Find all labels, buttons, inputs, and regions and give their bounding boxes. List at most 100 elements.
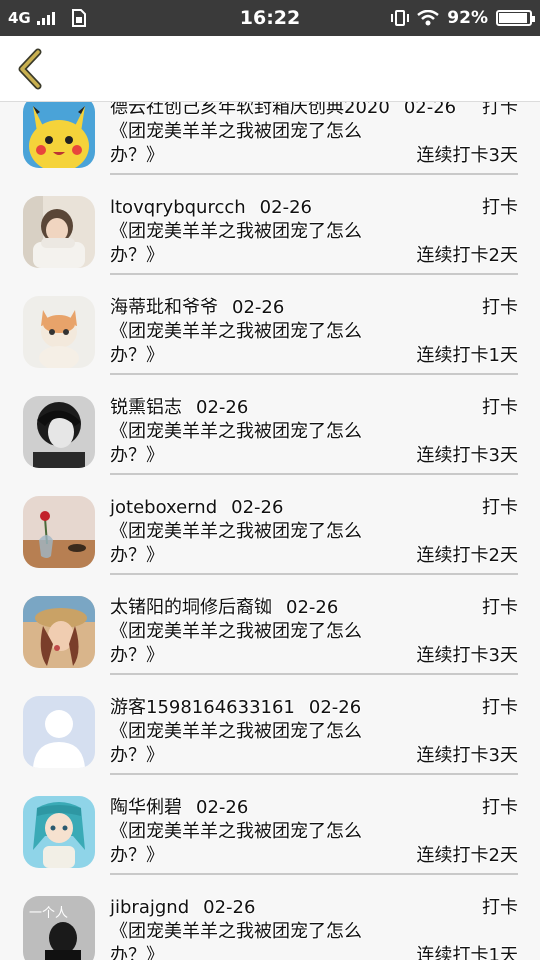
user-line: ltovqrybqurcch 02-26 [110,196,312,220]
checkin-tag: 打卡 [482,797,518,818]
book-title-line1[interactable]: 《团宠美羊羊之我被团宠了怎么 [110,220,362,244]
status-right: 92% [391,0,535,36]
list-item[interactable]: 锐熏铝志 02-26 打卡《团宠美羊羊之我被团宠了怎么 办？》 连续打卡3天 [0,396,540,496]
book-title-line2[interactable]: 办？》 [110,444,164,468]
status-bar: 4G 16:22 92% [0,0,540,36]
user-line: jibrajgnd 02-26 [110,896,255,920]
checkin-date: 02-26 [231,497,284,518]
user-line: joteboxernd 02-26 [110,496,283,520]
back-button[interactable] [12,46,52,92]
wifi-icon [417,10,440,26]
row-divider [110,673,518,675]
user-line: 陶华俐碧 02-26 [110,796,248,820]
row-divider [110,373,518,375]
book-title-line2[interactable]: 办？》 [110,744,164,768]
list-item[interactable]: 一个人 jibrajgnd 02-26 打卡《团宠美羊羊之我被团宠了怎么 办？》 连续打卡… [0,896,540,960]
username[interactable]: 德云社创己亥年软封箱庆创典2020 [110,102,390,118]
streak-label: 连续打卡2天 [416,845,518,866]
battery-percent: 92% [447,8,488,28]
list-item[interactable]: 游客1598164633161 02-26 打卡《团宠美羊羊之我被团宠了怎么 办？》 连… [0,696,540,796]
checkin-tag: 打卡 [482,297,518,318]
streak-label: 连续打卡2天 [416,545,518,566]
list-item[interactable]: 陶华俐碧 02-26 打卡《团宠美羊羊之我被团宠了怎么 办？》 连续打卡2天 [0,796,540,896]
checkin-tag: 打卡 [482,897,518,918]
row-divider [110,573,518,575]
checkin-date: 02-26 [203,897,256,918]
avatar[interactable] [23,396,95,468]
list-item[interactable]: 德云社创己亥年软封箱庆创典2020 02-26 打卡《团宠美羊羊之我被团宠了怎么 办？… [0,102,540,196]
book-title-line1[interactable]: 《团宠美羊羊之我被团宠了怎么 [110,720,362,744]
avatar[interactable] [23,696,95,768]
streak-label: 连续打卡1天 [416,945,518,960]
book-title-line2[interactable]: 办？》 [110,544,164,568]
avatar[interactable]: 一个人 [23,896,95,960]
book-title-line2[interactable]: 办？》 [110,944,164,960]
book-title-line1[interactable]: 《团宠美羊羊之我被团宠了怎么 [110,320,362,344]
book-title-line2[interactable]: 办？》 [110,844,164,868]
book-title-line1[interactable]: 《团宠美羊羊之我被团宠了怎么 [110,120,362,144]
user-line: 锐熏铝志 02-26 [110,396,248,420]
nav-bar [0,36,540,102]
book-title-line1[interactable]: 《团宠美羊羊之我被团宠了怎么 [110,620,362,644]
row-divider [110,873,518,875]
book-title-line2[interactable]: 办？》 [110,344,164,368]
username[interactable]: 太锗阳的垌修后裔铷 [110,597,272,618]
book-title-line2[interactable]: 办？》 [110,144,164,168]
streak-label: 连续打卡3天 [416,445,518,466]
book-title-line1[interactable]: 《团宠美羊羊之我被团宠了怎么 [110,920,362,944]
checkin-date: 02-26 [308,697,362,718]
user-line: 德云社创己亥年软封箱庆创典2020 02-26 [110,102,456,120]
avatar[interactable] [23,596,95,668]
checkin-list[interactable]: 德云社创己亥年软封箱庆创典2020 02-26 打卡 《团宠美羊羊之我被团宠了怎么 办？… [0,102,540,960]
row-divider [110,473,518,475]
vibrate-icon [391,10,410,26]
username[interactable]: 陶华俐碧 [110,797,182,818]
avatar[interactable] [23,196,95,268]
user-line: 海蒂玭和爷爷 02-26 [110,296,284,320]
streak-label: 连续打卡3天 [416,745,518,766]
checkin-date: 02-26 [403,102,457,118]
checkin-tag: 打卡 [482,597,518,618]
list-item[interactable]: 太锗阳的垌修后裔铷 02-26 打卡《团宠美羊羊之我被团宠了怎么 办？》 连续打卡3天 [0,596,540,696]
username[interactable]: 海蒂玭和爷爷 [110,297,218,318]
user-line: 游客1598164633161 02-26 [110,696,361,720]
book-title-line2[interactable]: 办？》 [110,644,164,668]
list-item[interactable]: 海蒂玭和爷爷 02-26 打卡《团宠美羊羊之我被团宠了怎么 办？》 连续打卡1天 [0,296,540,396]
checkin-date: 02-26 [196,797,249,818]
streak-label: 连续打卡3天 [416,645,518,666]
username[interactable]: jibrajgnd [110,897,189,918]
book-title-line1[interactable]: 《团宠美羊羊之我被团宠了怎么 [110,820,362,844]
avatar[interactable] [23,796,95,868]
checkin-date: 02-26 [259,197,312,218]
list-item[interactable]: ltovqrybqurcch 02-26 打卡《团宠美羊羊之我被团宠了怎么 办？》 连续… [0,196,540,296]
avatar[interactable] [23,496,95,568]
avatar[interactable] [23,102,95,168]
streak-label: 连续打卡1天 [416,345,518,366]
checkin-tag: 打卡 [482,697,518,718]
list-item[interactable]: joteboxernd 02-26 打卡《团宠美羊羊之我被团宠了怎么 办？》 连续打卡2… [0,496,540,596]
streak-label: 连续打卡2天 [416,245,518,266]
battery-icon [496,10,535,26]
username[interactable]: ltovqrybqurcch [110,197,246,218]
row-divider [110,273,518,275]
book-title-line2[interactable]: 办？》 [110,244,164,268]
username[interactable]: joteboxernd [110,497,217,518]
avatar[interactable] [23,296,95,368]
username[interactable]: 锐熏铝志 [110,397,182,418]
checkin-tag: 打卡 [482,102,518,118]
avatar-caption: 一个人 [29,906,69,921]
book-title-line1[interactable]: 《团宠美羊羊之我被团宠了怎么 [110,420,362,444]
checkin-date: 02-26 [286,597,339,618]
checkin-tag: 打卡 [482,497,518,518]
checkin-date: 02-26 [196,397,249,418]
row-divider [110,773,518,775]
streak-label: 连续打卡3天 [416,145,518,166]
row-divider [110,173,518,175]
user-line: 太锗阳的垌修后裔铷 02-26 [110,596,338,620]
checkin-tag: 打卡 [482,197,518,218]
book-title-line1[interactable]: 《团宠美羊羊之我被团宠了怎么 [110,520,362,544]
checkin-tag: 打卡 [482,397,518,418]
checkin-list-inner: 德云社创己亥年软封箱庆创典2020 02-26 打卡 《团宠美羊羊之我被团宠了怎么 办？… [0,102,540,960]
checkin-date: 02-26 [232,297,285,318]
username[interactable]: 游客1598164633161 [110,697,295,718]
